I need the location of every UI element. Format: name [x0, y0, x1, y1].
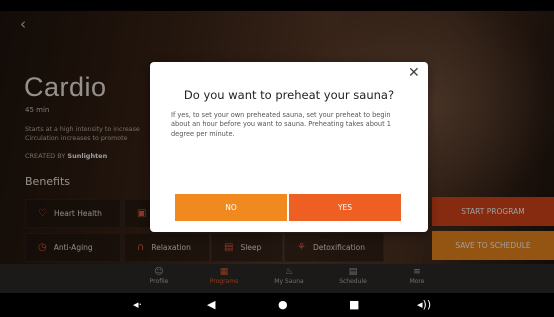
home-icon[interactable]: ●: [278, 298, 288, 312]
recents-icon[interactable]: ■: [349, 298, 359, 312]
dialog-body: If yes, to set your own preheated sauna,…: [171, 111, 391, 138]
no-button[interactable]: NO: [175, 194, 287, 221]
status-bar: [0, 0, 554, 11]
yes-button[interactable]: YES: [289, 194, 401, 221]
close-icon[interactable]: ✕: [408, 66, 420, 80]
volume-up-icon[interactable]: ◂)): [417, 298, 431, 312]
dialog-title: Do you want to preheat your sauna?: [183, 88, 395, 102]
android-navigation-bar: ◂· ◀ ● ■ ◂)): [0, 293, 554, 317]
volume-down-icon[interactable]: ◂·: [133, 298, 142, 312]
preheat-dialog: ✕ Do you want to preheat your sauna? If …: [150, 62, 428, 232]
back-icon[interactable]: ◀: [207, 298, 215, 312]
screen: ‹ Cardio 45 min Starts at a high intensi…: [0, 0, 554, 317]
